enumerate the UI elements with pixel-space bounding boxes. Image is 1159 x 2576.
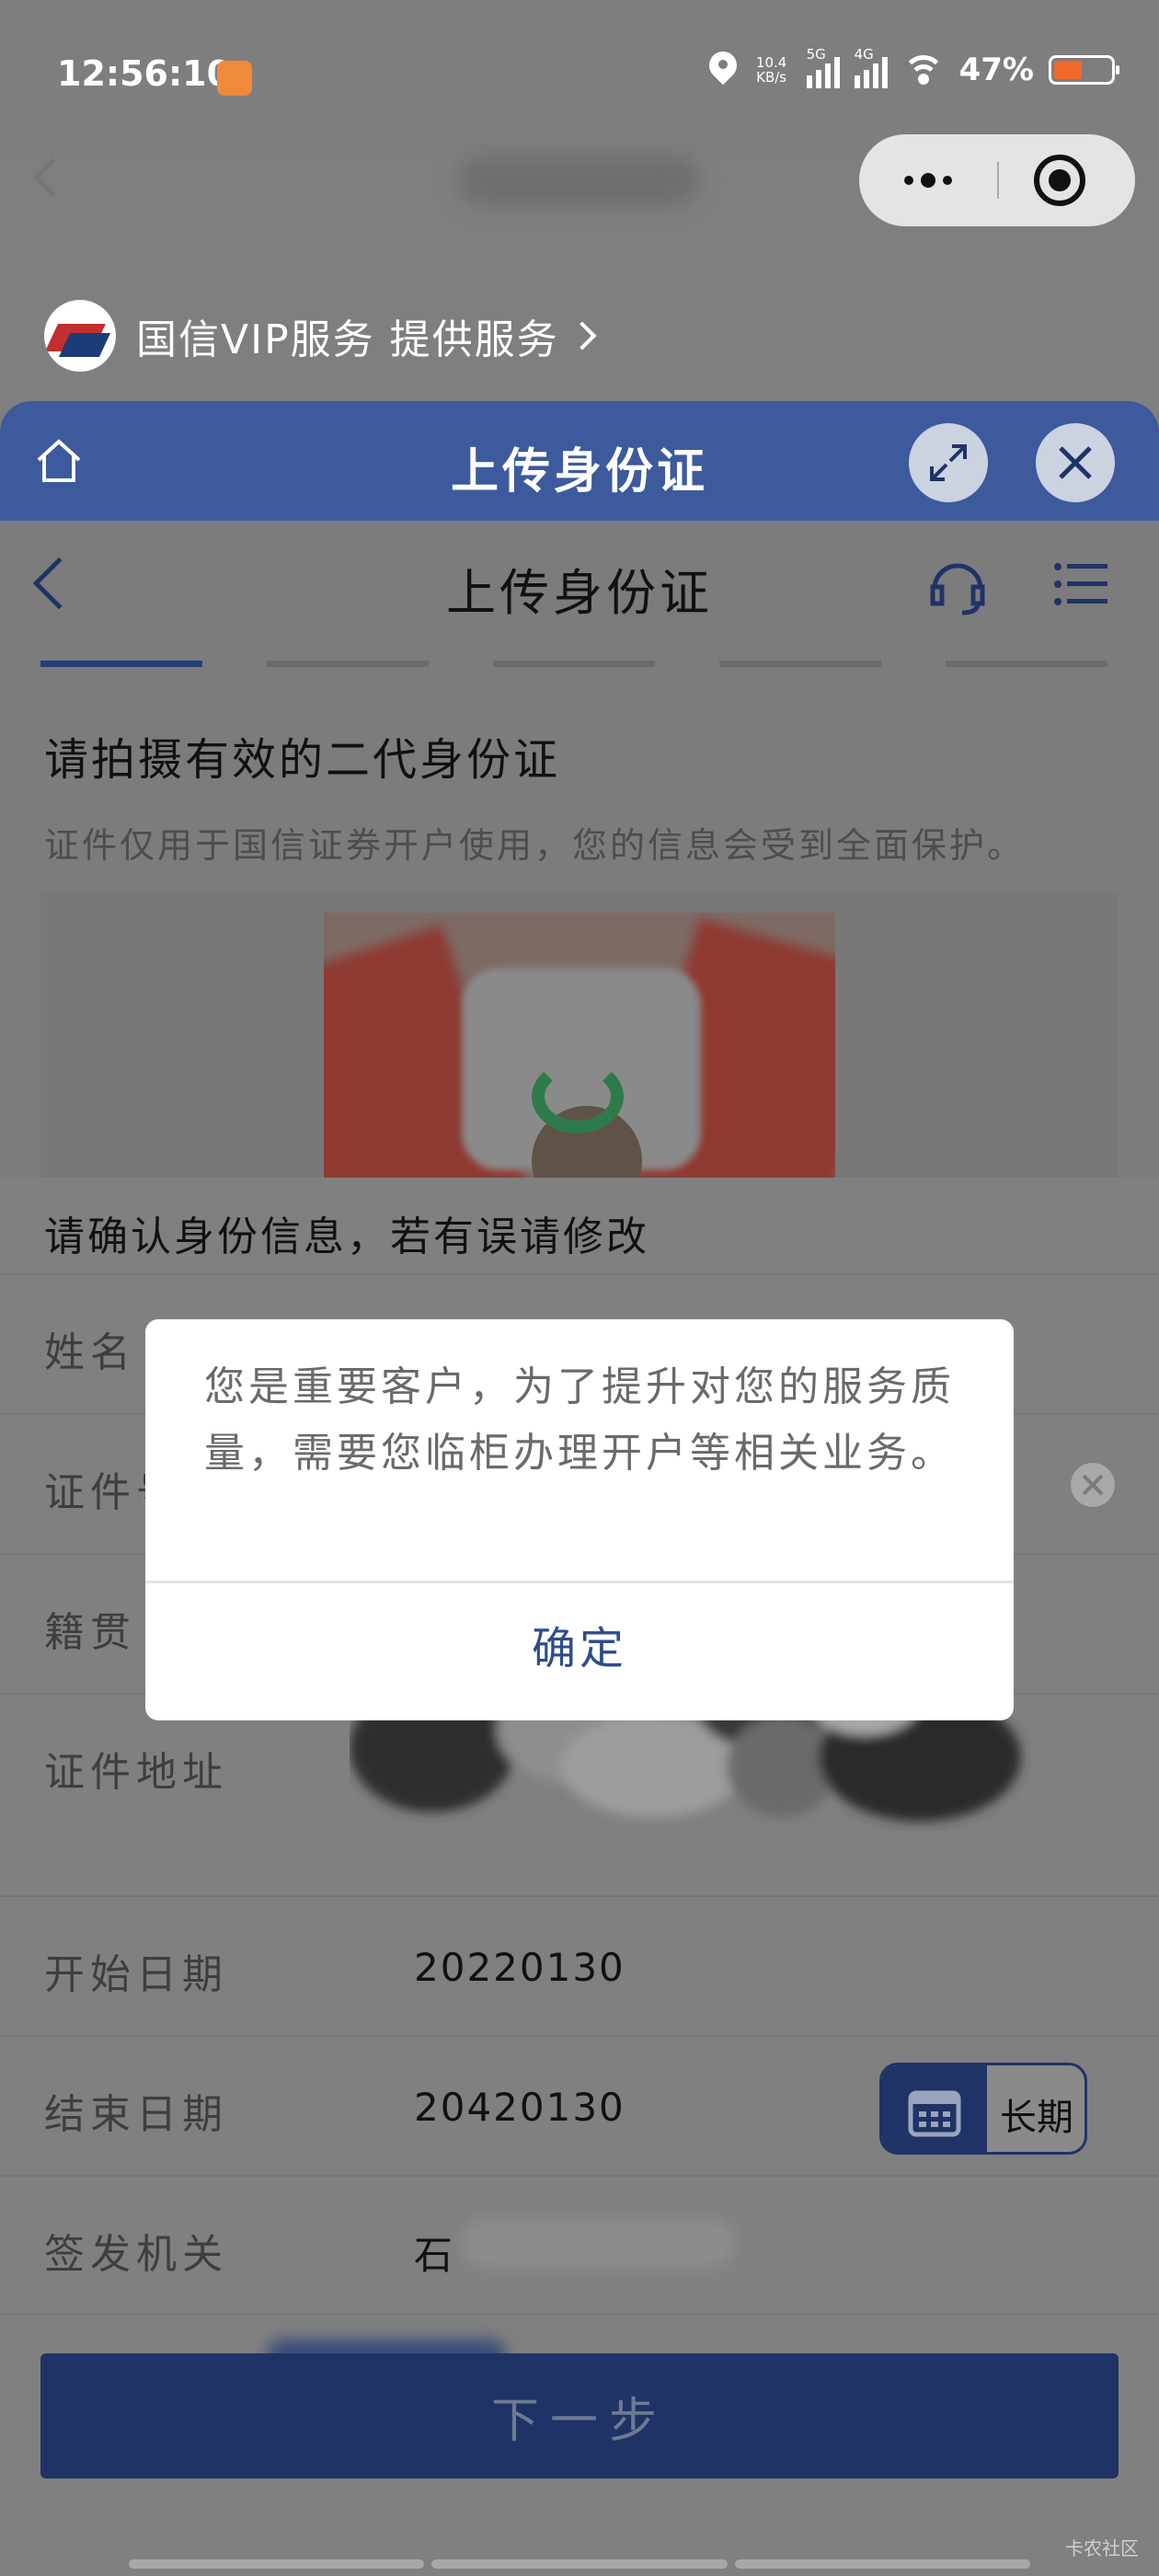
webview-header: 上传身份证 <box>0 401 1159 521</box>
close-icon <box>1059 446 1092 479</box>
field-label: 姓名 <box>44 1329 136 1376</box>
back-icon[interactable] <box>32 157 73 198</box>
alert-dialog: 您是重要客户，为了提升对您的服务质量，需要您临柜办理开户等相关业务。 确定 <box>145 1319 1014 1720</box>
signal-5g-label: 5G <box>806 46 826 63</box>
more-button[interactable] <box>859 134 997 226</box>
field-value[interactable]: 20220130 <box>414 1945 625 1990</box>
network-speed: 10.4 KB/s <box>755 54 787 86</box>
signal-5g-icon: 5G <box>806 46 840 88</box>
provider-text: 国信VIP服务 提供服务 <box>136 316 559 363</box>
miniprogram-capsule <box>859 134 1135 226</box>
expand-button[interactable] <box>909 423 988 502</box>
status-time: 12:56:10 <box>57 53 232 94</box>
field-label: 籍贯 <box>44 1609 136 1656</box>
battery-icon <box>1049 55 1119 85</box>
dialog-message: 您是重要客户，为了提升对您的服务质量，需要您临柜办理开户等相关业务。 <box>204 1363 955 1477</box>
location-icon <box>709 52 737 88</box>
signal-4g-label: 4G <box>854 46 874 63</box>
close-miniprogram-button[interactable] <box>1034 155 1085 206</box>
menu-icon[interactable] <box>1054 561 1107 611</box>
chevron-right-icon <box>568 321 597 351</box>
field-start-date-row[interactable]: 开始日期 20220130 <box>0 1895 1159 2035</box>
next-step-button[interactable]: 下一步 <box>40 2353 1119 2478</box>
sheet-title: 请确认身份信息，若有误请修改 <box>44 1213 649 1260</box>
page-nav: 上传身份证 <box>0 521 1159 659</box>
wifi-icon <box>901 53 945 86</box>
id-card-photo <box>324 913 835 1205</box>
provider-logo <box>44 300 116 372</box>
field-value[interactable]: 20420130 <box>414 2085 625 2130</box>
id-note: 证件仅用于国信证券开户使用，您的信息会受到全面保护。 <box>44 825 1026 866</box>
redaction-mark <box>460 2217 736 2269</box>
dialog-divider <box>145 1581 1014 1583</box>
blurred-title <box>458 155 699 206</box>
notification-icon <box>217 61 252 96</box>
long-term-label: 长期 <box>1000 2097 1073 2139</box>
field-label: 开始日期 <box>44 1951 228 1998</box>
field-value[interactable]: 石 <box>414 2225 454 2281</box>
id-heading: 请拍摄有效的二代身份证 <box>44 734 561 786</box>
headset-icon[interactable] <box>929 556 986 620</box>
clear-icon[interactable] <box>1071 1463 1115 1507</box>
field-end-date-row[interactable]: 结束日期 20420130 长期 <box>0 2035 1159 2175</box>
close-button[interactable] <box>1036 423 1115 502</box>
watermark: 卡农社区 <box>1065 2537 1139 2559</box>
field-label: 结束日期 <box>44 2091 228 2138</box>
status-bar: 12:56:10 10.4 KB/s 5G 4G 47% <box>0 0 1159 155</box>
confirm-button[interactable]: 确定 <box>145 1584 1014 1720</box>
long-term-toggle[interactable]: 长期 <box>879 2063 1087 2155</box>
expand-icon <box>930 444 967 481</box>
field-label: 证件地址 <box>44 1749 228 1796</box>
field-label: 签发机关 <box>44 2231 228 2278</box>
gesture-bar[interactable] <box>129 2559 1030 2569</box>
provider-link[interactable]: 国信VIP服务 提供服务 <box>44 300 597 372</box>
status-indicators: 10.4 KB/s 5G 4G 47% <box>709 46 1119 88</box>
signal-4g-icon: 4G <box>854 46 888 88</box>
calendar-icon <box>882 2065 987 2152</box>
battery-percent: 47% <box>958 52 1034 88</box>
step-progress <box>40 661 1107 667</box>
field-issuer-row[interactable]: 签发机关 石 <box>0 2175 1159 2315</box>
